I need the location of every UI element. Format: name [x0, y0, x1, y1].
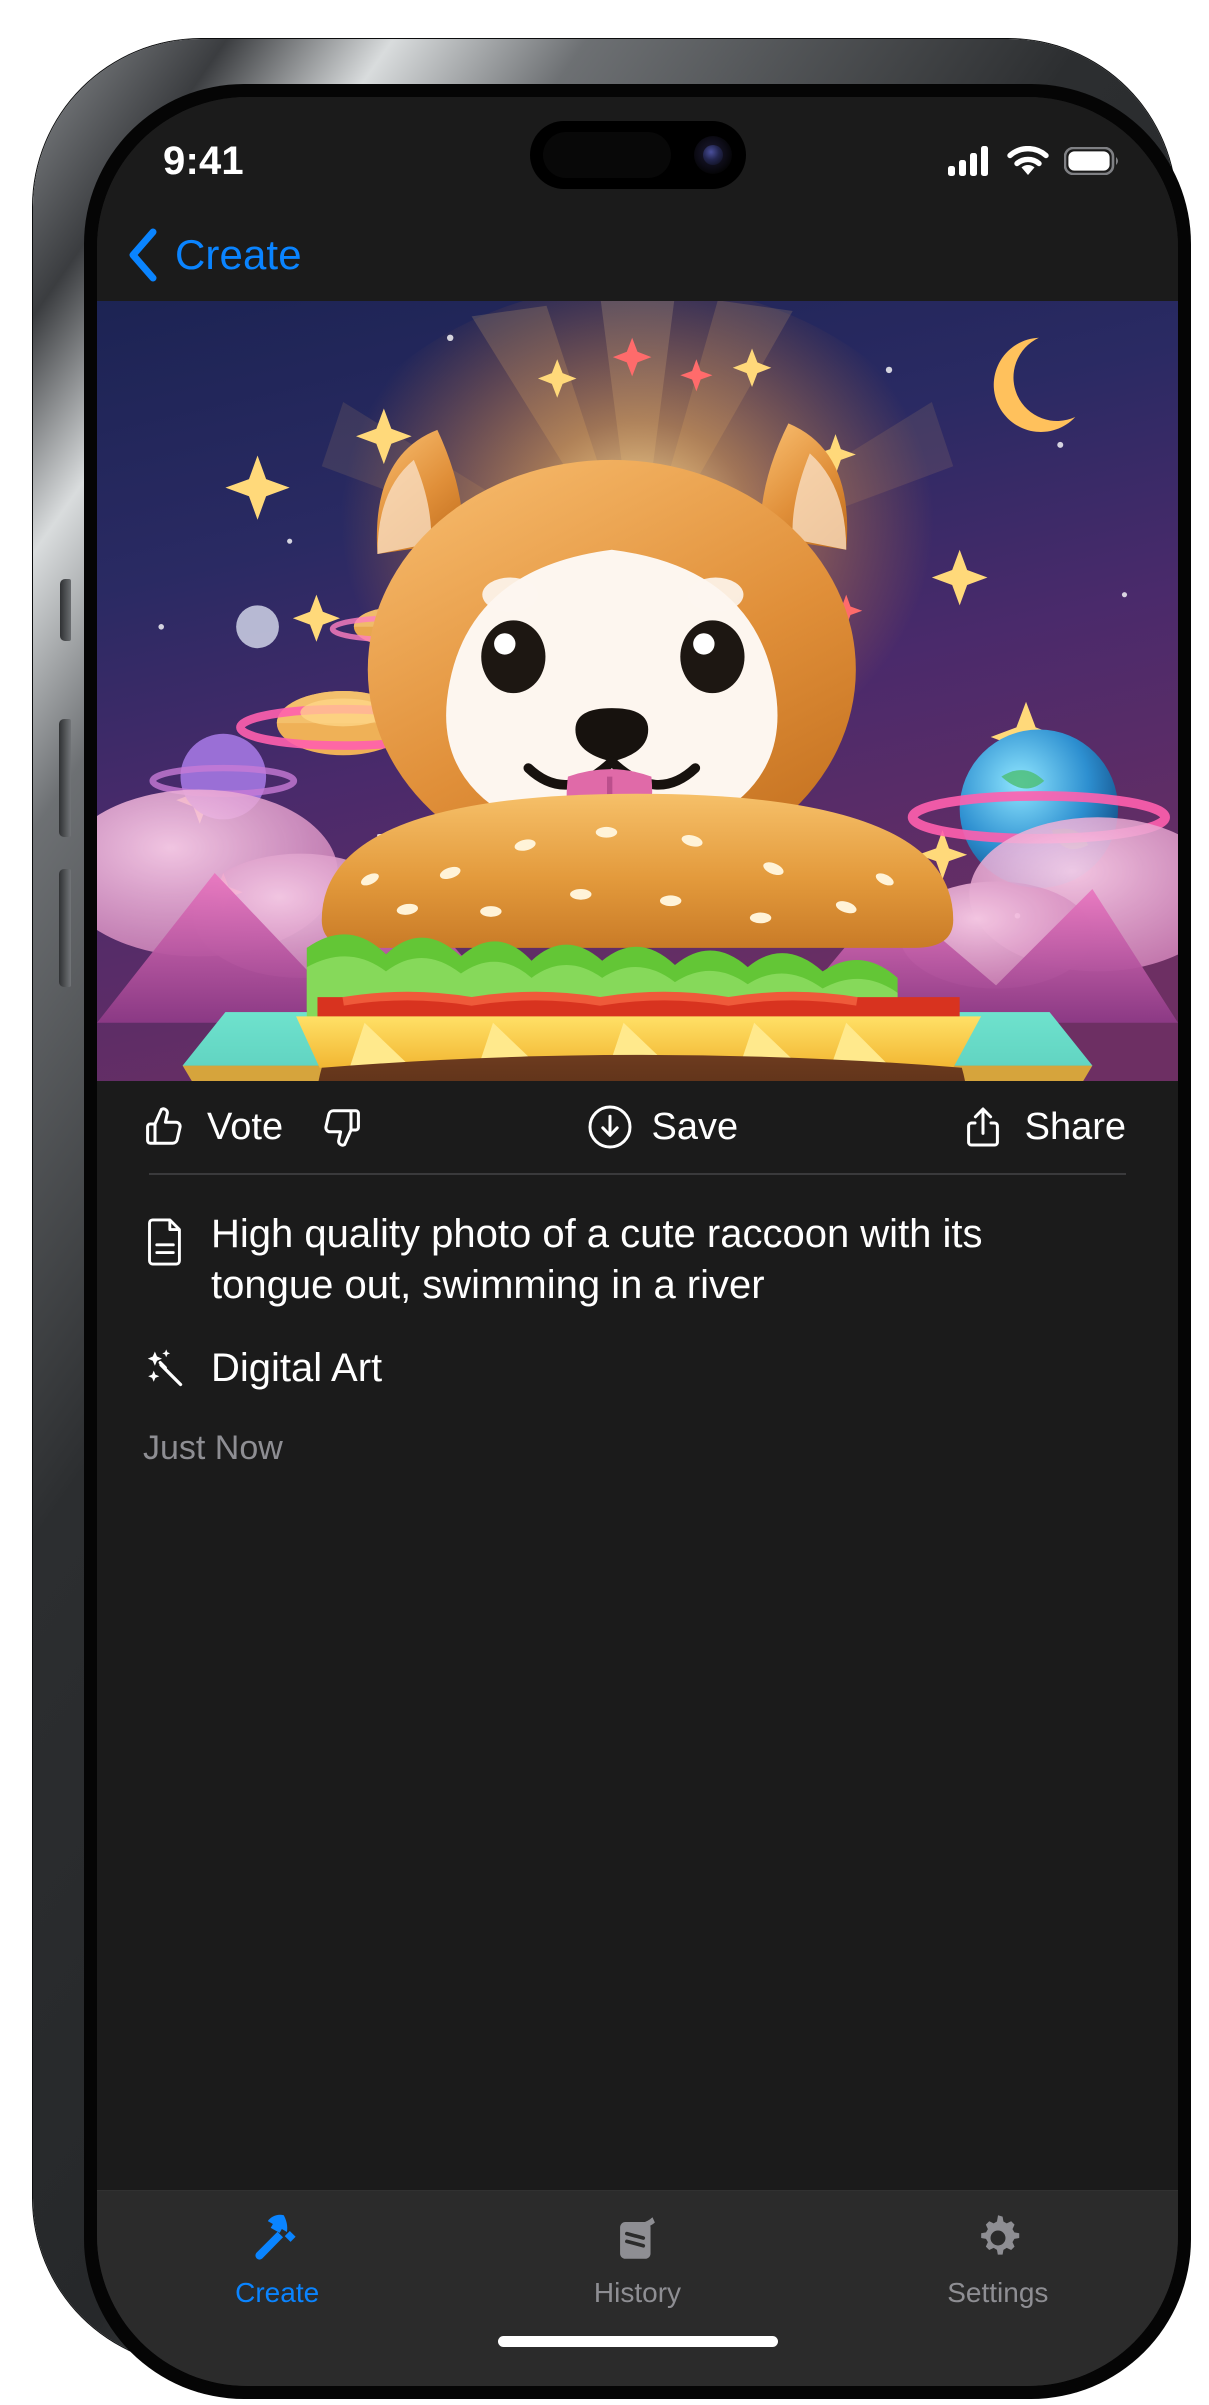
share-label: Share	[1024, 1105, 1127, 1148]
action-bar: Vote Save Share	[97, 1081, 1178, 1173]
tab-settings[interactable]: Settings	[818, 2209, 1178, 2309]
tab-history-label: History	[593, 2277, 682, 2308]
thumbs-up-icon	[146, 1107, 182, 1145]
vote-label: Vote	[207, 1105, 284, 1148]
share-icon	[966, 1107, 999, 1147]
back-button-label: Create	[175, 231, 302, 278]
volume-up-button[interactable]	[59, 719, 71, 837]
tab-history[interactable]: History	[457, 2209, 817, 2309]
gear-icon	[980, 2215, 1020, 2255]
timestamp: Just Now	[143, 1429, 283, 1468]
tab-create-label: Create	[235, 2277, 320, 2308]
pages-icon	[620, 2217, 656, 2259]
style-text: Digital Art	[211, 1345, 383, 1390]
status-bar: 9:41	[97, 97, 1178, 209]
generated-image-canvas	[97, 301, 1178, 1081]
app-root: 9:41 Create Vote Save Share High quality…	[97, 97, 1178, 2386]
screenshot-stage: 9:41 Create Vote Save Share High quality…	[0, 0, 1209, 2405]
document-icon	[148, 1218, 181, 1266]
battery-icon	[1064, 147, 1118, 175]
thumbs-down-icon	[324, 1109, 360, 1147]
prompt-text: High quality photo of a cute raccoon wit…	[211, 1212, 983, 1308]
style-row: Digital Art	[143, 1345, 1126, 1391]
metadata-section: High quality photo of a cute raccoon wit…	[97, 1175, 1178, 2190]
volume-down-button[interactable]	[59, 869, 71, 987]
hammer-icon	[255, 2214, 296, 2260]
home-indicator-area	[97, 2330, 1178, 2386]
dynamic-island	[529, 121, 746, 189]
island-pill	[542, 132, 671, 178]
share-button[interactable]: Share	[959, 1103, 1126, 1151]
back-button[interactable]: Create	[125, 227, 302, 283]
vote-up-button[interactable]: Vote	[141, 1103, 283, 1151]
phone-screen: 9:41 Create Vote Save Share High quality…	[97, 97, 1178, 2386]
status-icons	[948, 146, 1120, 176]
download-circle-icon	[588, 1105, 632, 1149]
home-indicator[interactable]	[497, 2336, 778, 2347]
nav-bar: Create	[97, 209, 1178, 301]
cellular-signal-icon	[948, 146, 988, 176]
generated-image[interactable]	[97, 301, 1178, 1081]
status-time: 9:41	[163, 138, 244, 183]
chevron-left-icon	[129, 228, 157, 282]
sparkles-wand-icon	[147, 1349, 183, 1387]
tab-bar: Create History Settings	[97, 2190, 1178, 2330]
prompt-row: High quality photo of a cute raccoon wit…	[143, 1209, 1126, 1311]
save-label: Save	[651, 1105, 739, 1148]
save-button[interactable]: Save	[586, 1103, 739, 1151]
vote-down-button[interactable]	[317, 1103, 365, 1151]
phone-frame: 9:41 Create Vote Save Share High quality…	[33, 39, 1191, 2399]
wifi-icon	[1007, 146, 1049, 175]
silent-switch[interactable]	[60, 579, 71, 641]
tab-settings-label: Settings	[947, 2277, 1049, 2308]
tab-create[interactable]: Create	[97, 2209, 457, 2309]
front-camera-icon	[693, 136, 732, 174]
